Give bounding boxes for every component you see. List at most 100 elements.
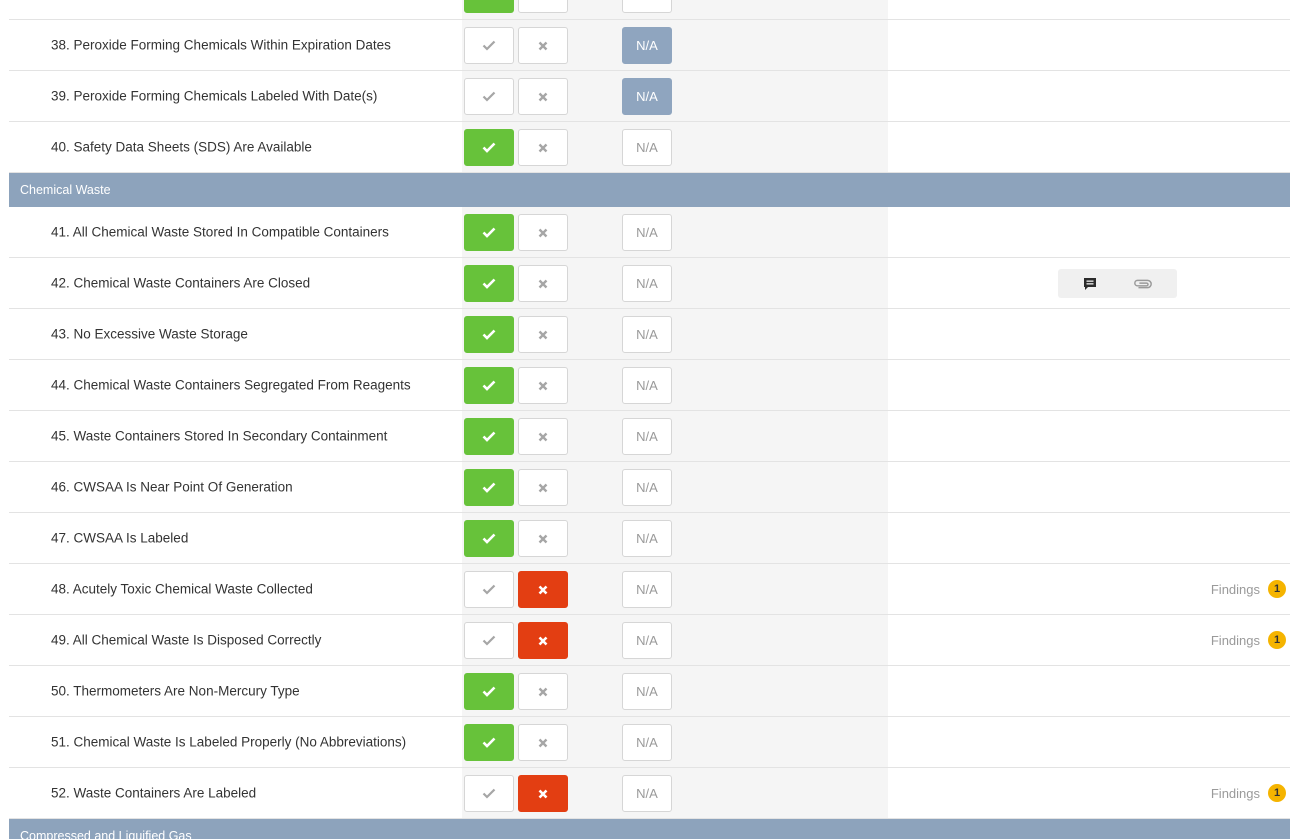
na-button[interactable]: N/A [622, 571, 672, 608]
question-label: 45. Waste Containers Stored In Secondary… [51, 428, 388, 444]
question-label: 49. All Chemical Waste Is Disposed Corre… [51, 632, 322, 648]
yes-button[interactable] [464, 214, 514, 251]
x-icon [538, 432, 548, 441]
no-button[interactable] [518, 520, 568, 557]
question-row: 40. Safety Data Sheets (SDS) Are Availab… [9, 122, 1290, 173]
check-icon [482, 686, 496, 697]
no-button[interactable] [518, 0, 568, 13]
check-icon [482, 788, 496, 799]
question-row: 52. Waste Containers Are Labeled N/A Fin… [9, 768, 1290, 819]
section-header-chemical-waste: Chemical Waste [9, 173, 1290, 207]
yes-button[interactable] [464, 78, 514, 115]
no-button[interactable] [518, 129, 568, 166]
no-button[interactable] [518, 775, 568, 812]
yes-button[interactable] [464, 129, 514, 166]
question-row: 42. Chemical Waste Containers Are Closed… [9, 258, 1290, 309]
yes-button[interactable] [464, 622, 514, 659]
findings-link[interactable]: Findings 1 [1211, 631, 1286, 649]
inspection-checklist: N/A 38. Peroxide Forming Chemicals Withi… [9, 0, 1290, 839]
yes-button[interactable] [464, 571, 514, 608]
paperclip-icon[interactable] [1133, 274, 1153, 294]
yes-button[interactable] [464, 673, 514, 710]
x-icon [538, 143, 548, 152]
question-label: 40. Safety Data Sheets (SDS) Are Availab… [51, 139, 312, 155]
question-label: 47. CWSAA Is Labeled [51, 530, 189, 546]
question-label: 44. Chemical Waste Containers Segregated… [51, 377, 411, 393]
yes-button[interactable] [464, 0, 514, 13]
question-row: 39. Peroxide Forming Chemicals Labeled W… [9, 71, 1290, 122]
findings-count-badge: 1 [1268, 580, 1286, 598]
question-row: 41. All Chemical Waste Stored In Compati… [9, 207, 1290, 258]
question-label: 46. CWSAA Is Near Point Of Generation [51, 479, 293, 495]
check-icon [482, 227, 496, 238]
no-button[interactable] [518, 316, 568, 353]
no-button[interactable] [518, 418, 568, 455]
x-icon [538, 381, 548, 390]
no-button[interactable] [518, 214, 568, 251]
x-icon [538, 330, 548, 339]
na-button[interactable]: N/A [622, 775, 672, 812]
check-icon [482, 533, 496, 544]
question-row: 45. Waste Containers Stored In Secondary… [9, 411, 1290, 462]
findings-link[interactable]: Findings 1 [1211, 580, 1286, 598]
yes-button[interactable] [464, 520, 514, 557]
x-icon [538, 279, 548, 288]
no-button[interactable] [518, 622, 568, 659]
x-icon [538, 636, 548, 645]
question-label: 39. Peroxide Forming Chemicals Labeled W… [51, 88, 378, 104]
x-icon [538, 228, 548, 237]
no-button[interactable] [518, 367, 568, 404]
x-icon [538, 41, 548, 50]
na-button[interactable]: N/A [622, 78, 672, 115]
yes-button[interactable] [464, 265, 514, 302]
na-button[interactable]: N/A [622, 469, 672, 506]
na-button[interactable]: N/A [622, 214, 672, 251]
check-icon [482, 91, 496, 102]
na-button[interactable]: N/A [622, 265, 672, 302]
question-row: 49. All Chemical Waste Is Disposed Corre… [9, 615, 1290, 666]
no-button[interactable] [518, 673, 568, 710]
no-button[interactable] [518, 469, 568, 506]
check-icon [482, 482, 496, 493]
na-button[interactable]: N/A [622, 316, 672, 353]
na-button[interactable]: N/A [622, 520, 672, 557]
no-button[interactable] [518, 265, 568, 302]
question-row: 47. CWSAA Is Labeled N/A [9, 513, 1290, 564]
check-icon [482, 584, 496, 595]
comment-icon[interactable] [1080, 274, 1100, 294]
na-button[interactable]: N/A [622, 673, 672, 710]
na-button[interactable]: N/A [622, 27, 672, 64]
yes-button[interactable] [464, 469, 514, 506]
question-label: 48. Acutely Toxic Chemical Waste Collect… [51, 581, 313, 597]
check-icon [482, 329, 496, 340]
no-button[interactable] [518, 571, 568, 608]
yes-button[interactable] [464, 724, 514, 761]
question-label: 50. Thermometers Are Non-Mercury Type [51, 683, 300, 699]
question-label: 52. Waste Containers Are Labeled [51, 785, 257, 801]
check-icon [482, 635, 496, 646]
x-icon [538, 483, 548, 492]
na-button[interactable]: N/A [622, 724, 672, 761]
findings-link[interactable]: Findings 1 [1211, 784, 1286, 802]
na-button[interactable]: N/A [622, 622, 672, 659]
yes-button[interactable] [464, 418, 514, 455]
no-button[interactable] [518, 78, 568, 115]
question-row: 43. No Excessive Waste Storage N/A [9, 309, 1290, 360]
findings-count-badge: 1 [1268, 784, 1286, 802]
check-icon [482, 737, 496, 748]
no-button[interactable] [518, 724, 568, 761]
yes-button[interactable] [464, 367, 514, 404]
check-icon [482, 278, 496, 289]
na-button[interactable]: N/A [622, 367, 672, 404]
na-button[interactable]: N/A [622, 0, 672, 13]
na-button[interactable]: N/A [622, 129, 672, 166]
question-label: 42. Chemical Waste Containers Are Closed [51, 275, 311, 291]
no-button[interactable] [518, 27, 568, 64]
question-row: N/A [9, 0, 1290, 20]
yes-button[interactable] [464, 27, 514, 64]
yes-button[interactable] [464, 775, 514, 812]
na-button[interactable]: N/A [622, 418, 672, 455]
yes-button[interactable] [464, 316, 514, 353]
question-label: 43. No Excessive Waste Storage [51, 326, 248, 342]
question-label: 41. All Chemical Waste Stored In Compati… [51, 224, 389, 240]
